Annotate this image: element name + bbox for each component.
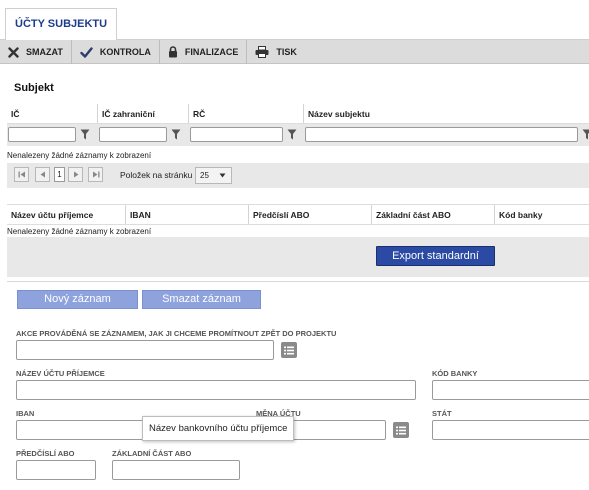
subject-title: Subjekt (14, 82, 54, 94)
delete-button-label: SMAZAT (26, 47, 63, 57)
filter-icon[interactable] (287, 129, 297, 140)
list-icon (284, 346, 294, 354)
last-page-button[interactable] (88, 167, 103, 182)
column-header-subject-name[interactable]: Název subjektu (304, 104, 589, 123)
checkmark-icon (80, 46, 93, 58)
list-icon (396, 426, 406, 434)
check-button-label: KONTROLA (99, 47, 151, 57)
base-abo-label: ZÁKLADNÍ ČÁST ABO (112, 449, 192, 458)
tab-bar: ÚČTY SUBJEKTU (0, 0, 589, 40)
filter-icon[interactable] (171, 129, 181, 140)
prefix-abo-label: PŘEDČÍSLÍ ABO (16, 449, 75, 458)
column-header-base-abo[interactable]: Základní část ABO (372, 205, 495, 224)
delete-record-button[interactable]: Smazat záznam (142, 290, 261, 309)
print-button[interactable]: TISK (247, 40, 305, 64)
filter-ic-input[interactable] (8, 127, 76, 142)
new-record-button[interactable]: Nový záznam (17, 290, 138, 309)
column-header-account-name[interactable]: Název účtu příjemce (7, 205, 126, 224)
prefix-abo-field[interactable] (16, 460, 96, 480)
per-page-value: 25 (200, 171, 209, 180)
subject-pager: 1 Položek na stránku 25 (7, 163, 589, 188)
last-page-icon (92, 171, 99, 178)
filter-rc-input[interactable] (190, 127, 283, 142)
toolbar: SMAZAT KONTROLA FINALIZACE TISK (0, 40, 589, 64)
accounts-no-records: Nenalezeny žádné záznamy k zobrazení (7, 227, 152, 236)
printer-icon (255, 46, 269, 58)
base-abo-field[interactable] (112, 460, 240, 480)
first-page-icon (18, 171, 25, 178)
per-page-select[interactable]: 25 (195, 167, 232, 184)
currency-list-button[interactable] (393, 422, 409, 438)
delete-button[interactable]: SMAZAT (0, 40, 72, 64)
chevron-down-icon (219, 173, 226, 178)
state-field[interactable] (432, 420, 589, 440)
per-page-label: Položek na stránku (120, 170, 193, 180)
column-header-iban[interactable]: IBAN (126, 205, 249, 224)
action-field[interactable] (16, 340, 274, 360)
state-label: STÁT (432, 409, 452, 418)
filter-ic-foreign-input[interactable] (99, 127, 167, 142)
page-number-input[interactable]: 1 (54, 167, 65, 182)
iban-field[interactable] (16, 420, 146, 440)
account-name-field[interactable] (16, 380, 416, 400)
bank-code-field[interactable] (432, 380, 589, 400)
filter-icon[interactable] (80, 129, 90, 140)
accounts-grid-header: Název účtu příjemce IBAN Předčíslí ABO Z… (7, 204, 589, 225)
close-icon (8, 46, 19, 58)
lock-icon (168, 46, 177, 58)
finalize-button-label: FINALIZACE (184, 47, 239, 57)
print-button-label: TISK (276, 47, 297, 57)
column-header-bank-code[interactable]: Kód banky (495, 205, 589, 224)
subject-grid-header: IČ IČ zahraniční RČ Název subjektu (7, 104, 589, 124)
check-button[interactable]: KONTROLA (72, 40, 160, 64)
column-header-ic[interactable]: IČ (7, 104, 98, 123)
next-page-icon (73, 171, 78, 178)
subject-no-records: Nenalezeny žádné záznamy k zobrazení (7, 151, 152, 160)
next-page-button[interactable] (68, 167, 83, 182)
action-field-label: AKCE PROVÁDĚNÁ SE ZÁZNAMEM, JAK JI CHCEM… (16, 329, 337, 338)
finalize-button[interactable]: FINALIZACE (160, 40, 248, 64)
filter-subject-name-input[interactable] (305, 127, 578, 142)
tab-ucty-subjektu[interactable]: ÚČTY SUBJEKTU (5, 8, 118, 40)
prev-page-button[interactable] (35, 167, 50, 182)
prev-page-icon (40, 171, 45, 178)
export-panel: Export standardní (7, 237, 589, 277)
bank-code-label: KÓD BANKY (432, 369, 478, 378)
column-header-rc[interactable]: RČ (189, 104, 304, 123)
action-list-button[interactable] (281, 342, 297, 358)
iban-label: IBAN (16, 409, 35, 418)
column-header-ic-foreign[interactable]: IČ zahraniční (98, 104, 189, 123)
column-header-prefix-abo[interactable]: Předčíslí ABO (249, 205, 372, 224)
subject-filter-row (7, 124, 589, 146)
first-page-button[interactable] (14, 167, 29, 182)
export-standard-button[interactable]: Export standardní (376, 246, 495, 266)
account-name-tooltip: Název bankovního účtu příjemce (142, 416, 295, 441)
filter-icon[interactable] (582, 129, 589, 140)
account-name-label: NÁZEV ÚČTU PŘÍJEMCE (16, 369, 105, 378)
